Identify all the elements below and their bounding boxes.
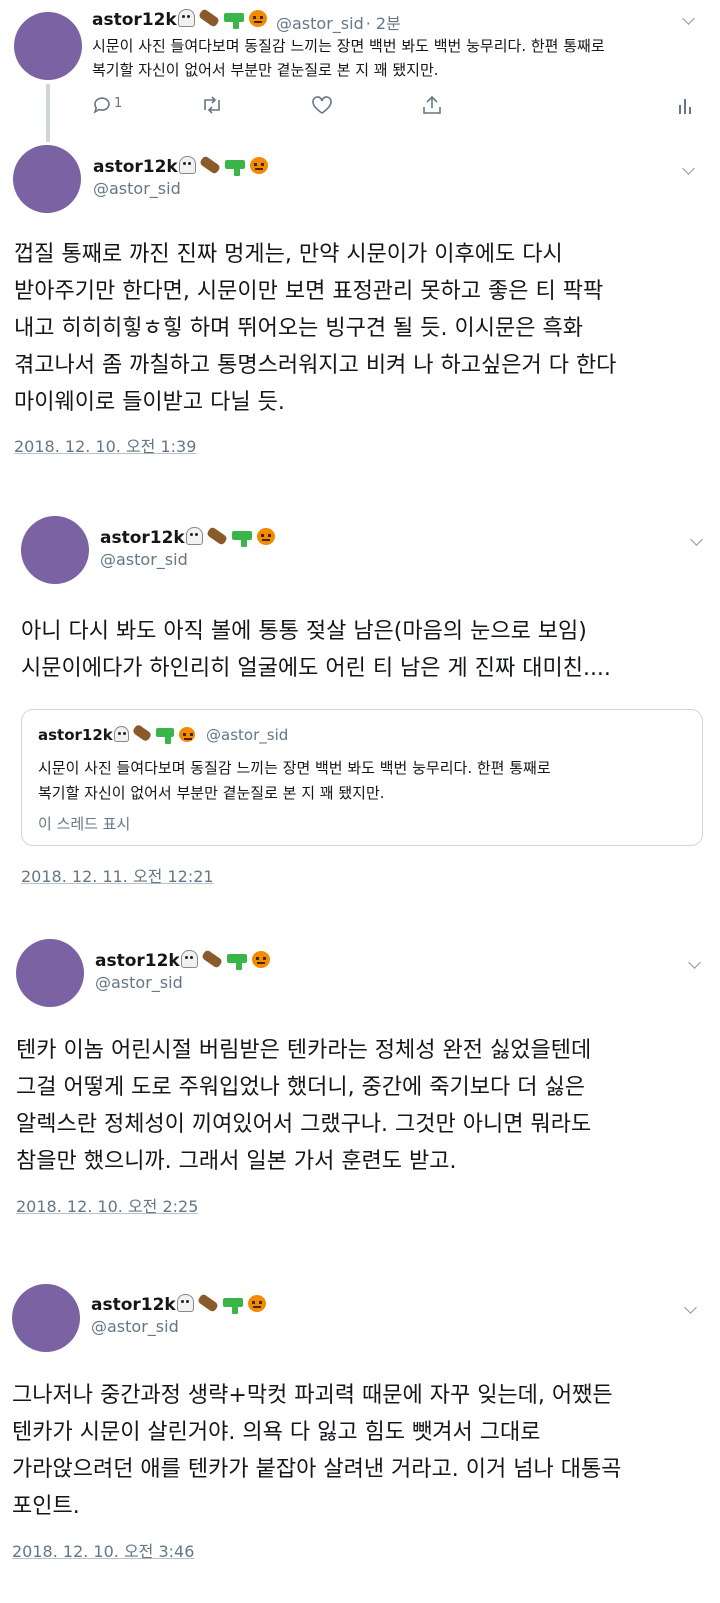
timestamp[interactable]: 2018. 12. 10. 오전 3:46	[12, 1538, 194, 1562]
coffin-emoji	[198, 155, 221, 175]
thread-line	[46, 84, 50, 142]
tweet[interactable]: astor12k @astor_sid 아니 다시 봐도 아직 볼에 통통 젖살…	[0, 505, 720, 895]
time-ago: · 2분	[365, 14, 401, 33]
coffin-emoji	[197, 8, 220, 28]
tweet[interactable]: astor12k @astor_sid 그나저나 중간과정 생략+막컷 파괴력 …	[0, 1275, 720, 1603]
jack-o-lantern-emoji	[178, 727, 195, 742]
display-name[interactable]: astor12k	[91, 1293, 266, 1315]
display-name[interactable]: astor12k	[95, 949, 270, 971]
share-icon[interactable]	[421, 95, 443, 119]
retweet-icon[interactable]	[200, 96, 224, 118]
jack-o-lantern-emoji	[251, 951, 270, 968]
avatar[interactable]	[16, 939, 84, 1007]
coffin-emoji	[196, 1293, 219, 1313]
water-pistol-emoji	[231, 531, 252, 547]
ghost-emoji	[185, 527, 203, 545]
display-name[interactable]: astor12k	[93, 155, 268, 177]
ghost-emoji	[176, 1294, 194, 1312]
tweet-compact[interactable]: astor12k @astor_sid · 2분 시문이 사진 들여다보며 동질감…	[0, 0, 720, 142]
quoted-text: 시문이 사진 들여다보며 동질감 느끼는 장면 백번 봐도 백번 눙무리다. 한…	[38, 759, 551, 802]
analytics-icon[interactable]	[678, 97, 692, 119]
quoted-author[interactable]: astor12k @astor_sid	[38, 723, 289, 744]
chevron-down-icon[interactable]	[688, 956, 701, 969]
water-pistol-emoji	[226, 954, 247, 970]
water-pistol-emoji	[222, 1298, 243, 1314]
water-pistol-emoji	[223, 13, 244, 29]
ghost-emoji	[177, 9, 195, 27]
chevron-down-icon[interactable]	[682, 162, 695, 175]
like-icon[interactable]	[311, 96, 333, 119]
tweet[interactable]: astor12k @astor_sid 텐카 이놈 어린시절 버림받은 텐카라는…	[0, 930, 720, 1225]
jack-o-lantern-emoji	[249, 157, 268, 174]
chevron-down-icon[interactable]	[684, 1301, 697, 1314]
timestamp[interactable]: 2018. 12. 10. 오전 2:25	[16, 1193, 198, 1217]
handle[interactable]: @astor_sid	[91, 1317, 179, 1336]
tweet-text: 텐카 이놈 어린시절 버림받은 텐카라는 정체성 완전 싫었을텐데 그걸 어떻게…	[16, 1038, 592, 1174]
display-name[interactable]: astor12k	[92, 8, 267, 30]
avatar[interactable]	[13, 145, 81, 213]
display-name[interactable]: astor12k	[100, 526, 275, 548]
tweet-text: 아니 다시 봐도 아직 볼에 통통 젖살 남은(마음의 눈으로 보임) 시문이에…	[21, 619, 611, 681]
reply-icon[interactable]	[92, 96, 114, 118]
handle[interactable]: @astor_sid · 2분	[276, 10, 401, 34]
handle[interactable]: @astor_sid	[100, 550, 188, 569]
avatar[interactable]	[12, 1284, 80, 1352]
quoted-handle: @astor_sid	[206, 726, 289, 744]
handle[interactable]: @astor_sid	[93, 179, 181, 198]
jack-o-lantern-emoji	[256, 528, 275, 545]
coffin-emoji	[200, 949, 223, 969]
jack-o-lantern-emoji	[247, 1295, 266, 1312]
coffin-emoji	[205, 526, 228, 546]
ghost-emoji	[180, 950, 198, 968]
avatar[interactable]	[21, 516, 89, 584]
show-thread-link[interactable]: 이 스레드 표시	[38, 813, 130, 834]
chevron-down-icon[interactable]	[690, 533, 703, 546]
tweet-text: 시문이 사진 들여다보며 동질감 느끼는 장면 백번 봐도 백번 눙무리다. 한…	[92, 37, 605, 79]
reply-count: 1	[114, 96, 123, 111]
quoted-tweet[interactable]: astor12k @astor_sid 시문이 사진 들여다보며 동질감 느끼는…	[21, 709, 703, 846]
ghost-emoji	[113, 726, 129, 742]
tweet-text: 그나저나 중간과정 생략+막컷 파괴력 때문에 자꾸 잊는데, 어쨌든 텐카가 …	[12, 1383, 622, 1519]
handle[interactable]: @astor_sid	[95, 973, 183, 992]
water-pistol-emoji	[155, 728, 174, 744]
coffin-emoji	[131, 723, 153, 743]
water-pistol-emoji	[224, 160, 245, 176]
tweet-text: 껍질 통째로 까진 진짜 멍게는, 만약 시문이가 이후에도 다시 받아주기만 …	[14, 242, 617, 415]
avatar[interactable]	[14, 12, 82, 80]
tweet[interactable]: astor12k @astor_sid 껍질 통째로 까진 진짜 멍게는, 만약…	[0, 140, 720, 470]
timestamp[interactable]: 2018. 12. 11. 오전 12:21	[21, 863, 214, 887]
timestamp[interactable]: 2018. 12. 10. 오전 1:39	[14, 433, 196, 457]
chevron-down-icon[interactable]	[682, 12, 695, 25]
jack-o-lantern-emoji	[248, 10, 267, 27]
ghost-emoji	[178, 156, 196, 174]
